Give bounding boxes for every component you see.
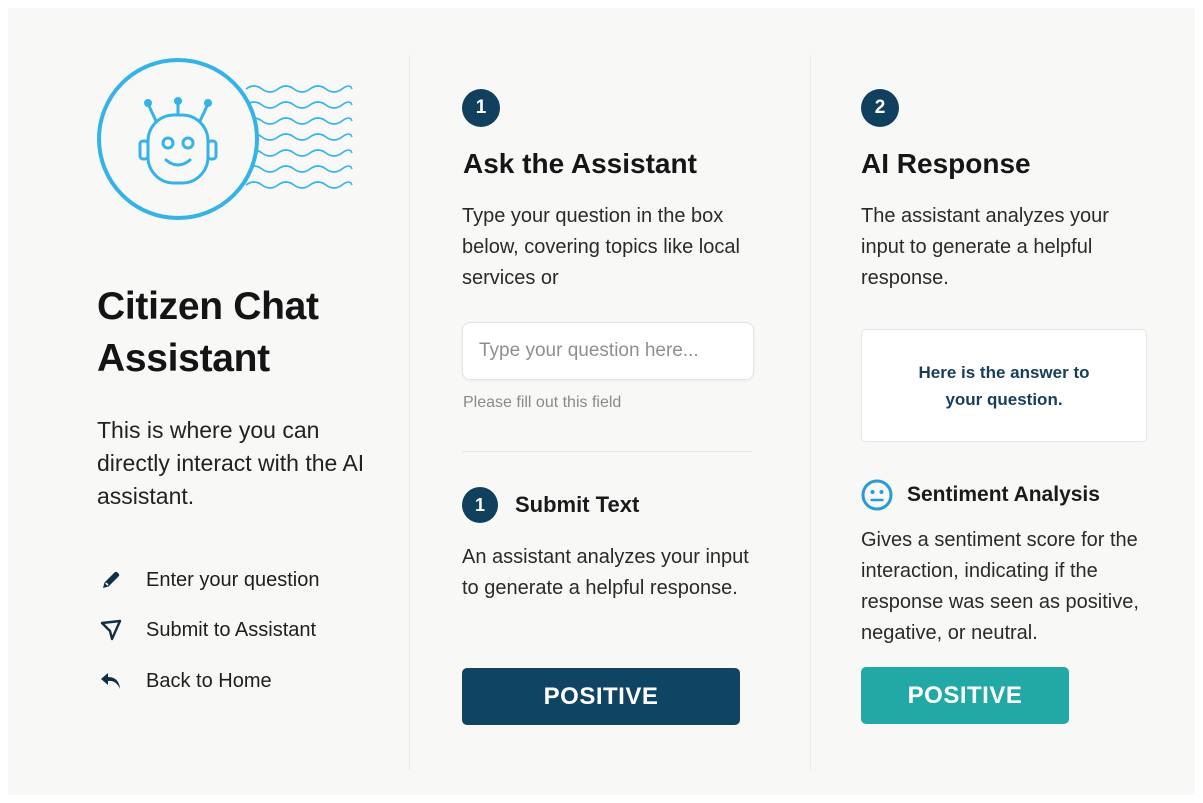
- assistant-avatar: [96, 57, 353, 221]
- nav-label: Enter your question: [146, 568, 320, 591]
- neutral-face-icon: [860, 478, 894, 512]
- back-arrow-icon: [98, 668, 124, 694]
- nav-submit-assistant[interactable]: Submit to Assistant: [98, 615, 316, 645]
- send-icon: [98, 617, 124, 643]
- nav-label: Submit to Assistant: [146, 618, 317, 641]
- section-divider: [462, 451, 752, 452]
- answer-text: Here is the answer to your question.: [918, 362, 1090, 409]
- ask-description: Type your question in the box below, cov…: [462, 205, 740, 289]
- sentiment-heading: Sentiment Analysis: [907, 483, 1100, 506]
- submit-description: An assistant analyzes your input to gene…: [462, 546, 749, 599]
- step-badge: 1: [462, 89, 500, 127]
- response-heading: AI Response: [861, 148, 1031, 179]
- column-divider-left: [409, 55, 410, 770]
- pencil-icon: [98, 567, 124, 593]
- submit-heading: Submit Text: [515, 492, 640, 517]
- robot-icon: [97, 58, 353, 220]
- sentiment-result-button[interactable]: POSITIVE: [861, 667, 1069, 724]
- submit-sentiment-button[interactable]: POSITIVE: [462, 668, 740, 725]
- nav-enter-question[interactable]: Enter your question: [98, 565, 319, 595]
- step-badge: 1: [462, 487, 498, 523]
- validation-message: Please fill out this field: [463, 394, 622, 411]
- answer-box: Here is the answer to your question.: [861, 329, 1147, 442]
- nav-label: Back to Home: [146, 669, 272, 692]
- column-divider-right: [810, 55, 811, 770]
- app-title: Citizen Chat Assistant: [97, 285, 319, 380]
- question-input[interactable]: [462, 322, 754, 380]
- sentiment-description: Gives a sentiment score for the interact…: [861, 529, 1139, 644]
- nav-back-home[interactable]: Back to Home: [98, 666, 272, 696]
- step-badge: 2: [861, 89, 899, 127]
- ask-heading: Ask the Assistant: [463, 148, 697, 179]
- response-description: The assistant analyzes your input to gen…: [861, 205, 1109, 289]
- app-description: This is where you can directly interact …: [97, 417, 365, 509]
